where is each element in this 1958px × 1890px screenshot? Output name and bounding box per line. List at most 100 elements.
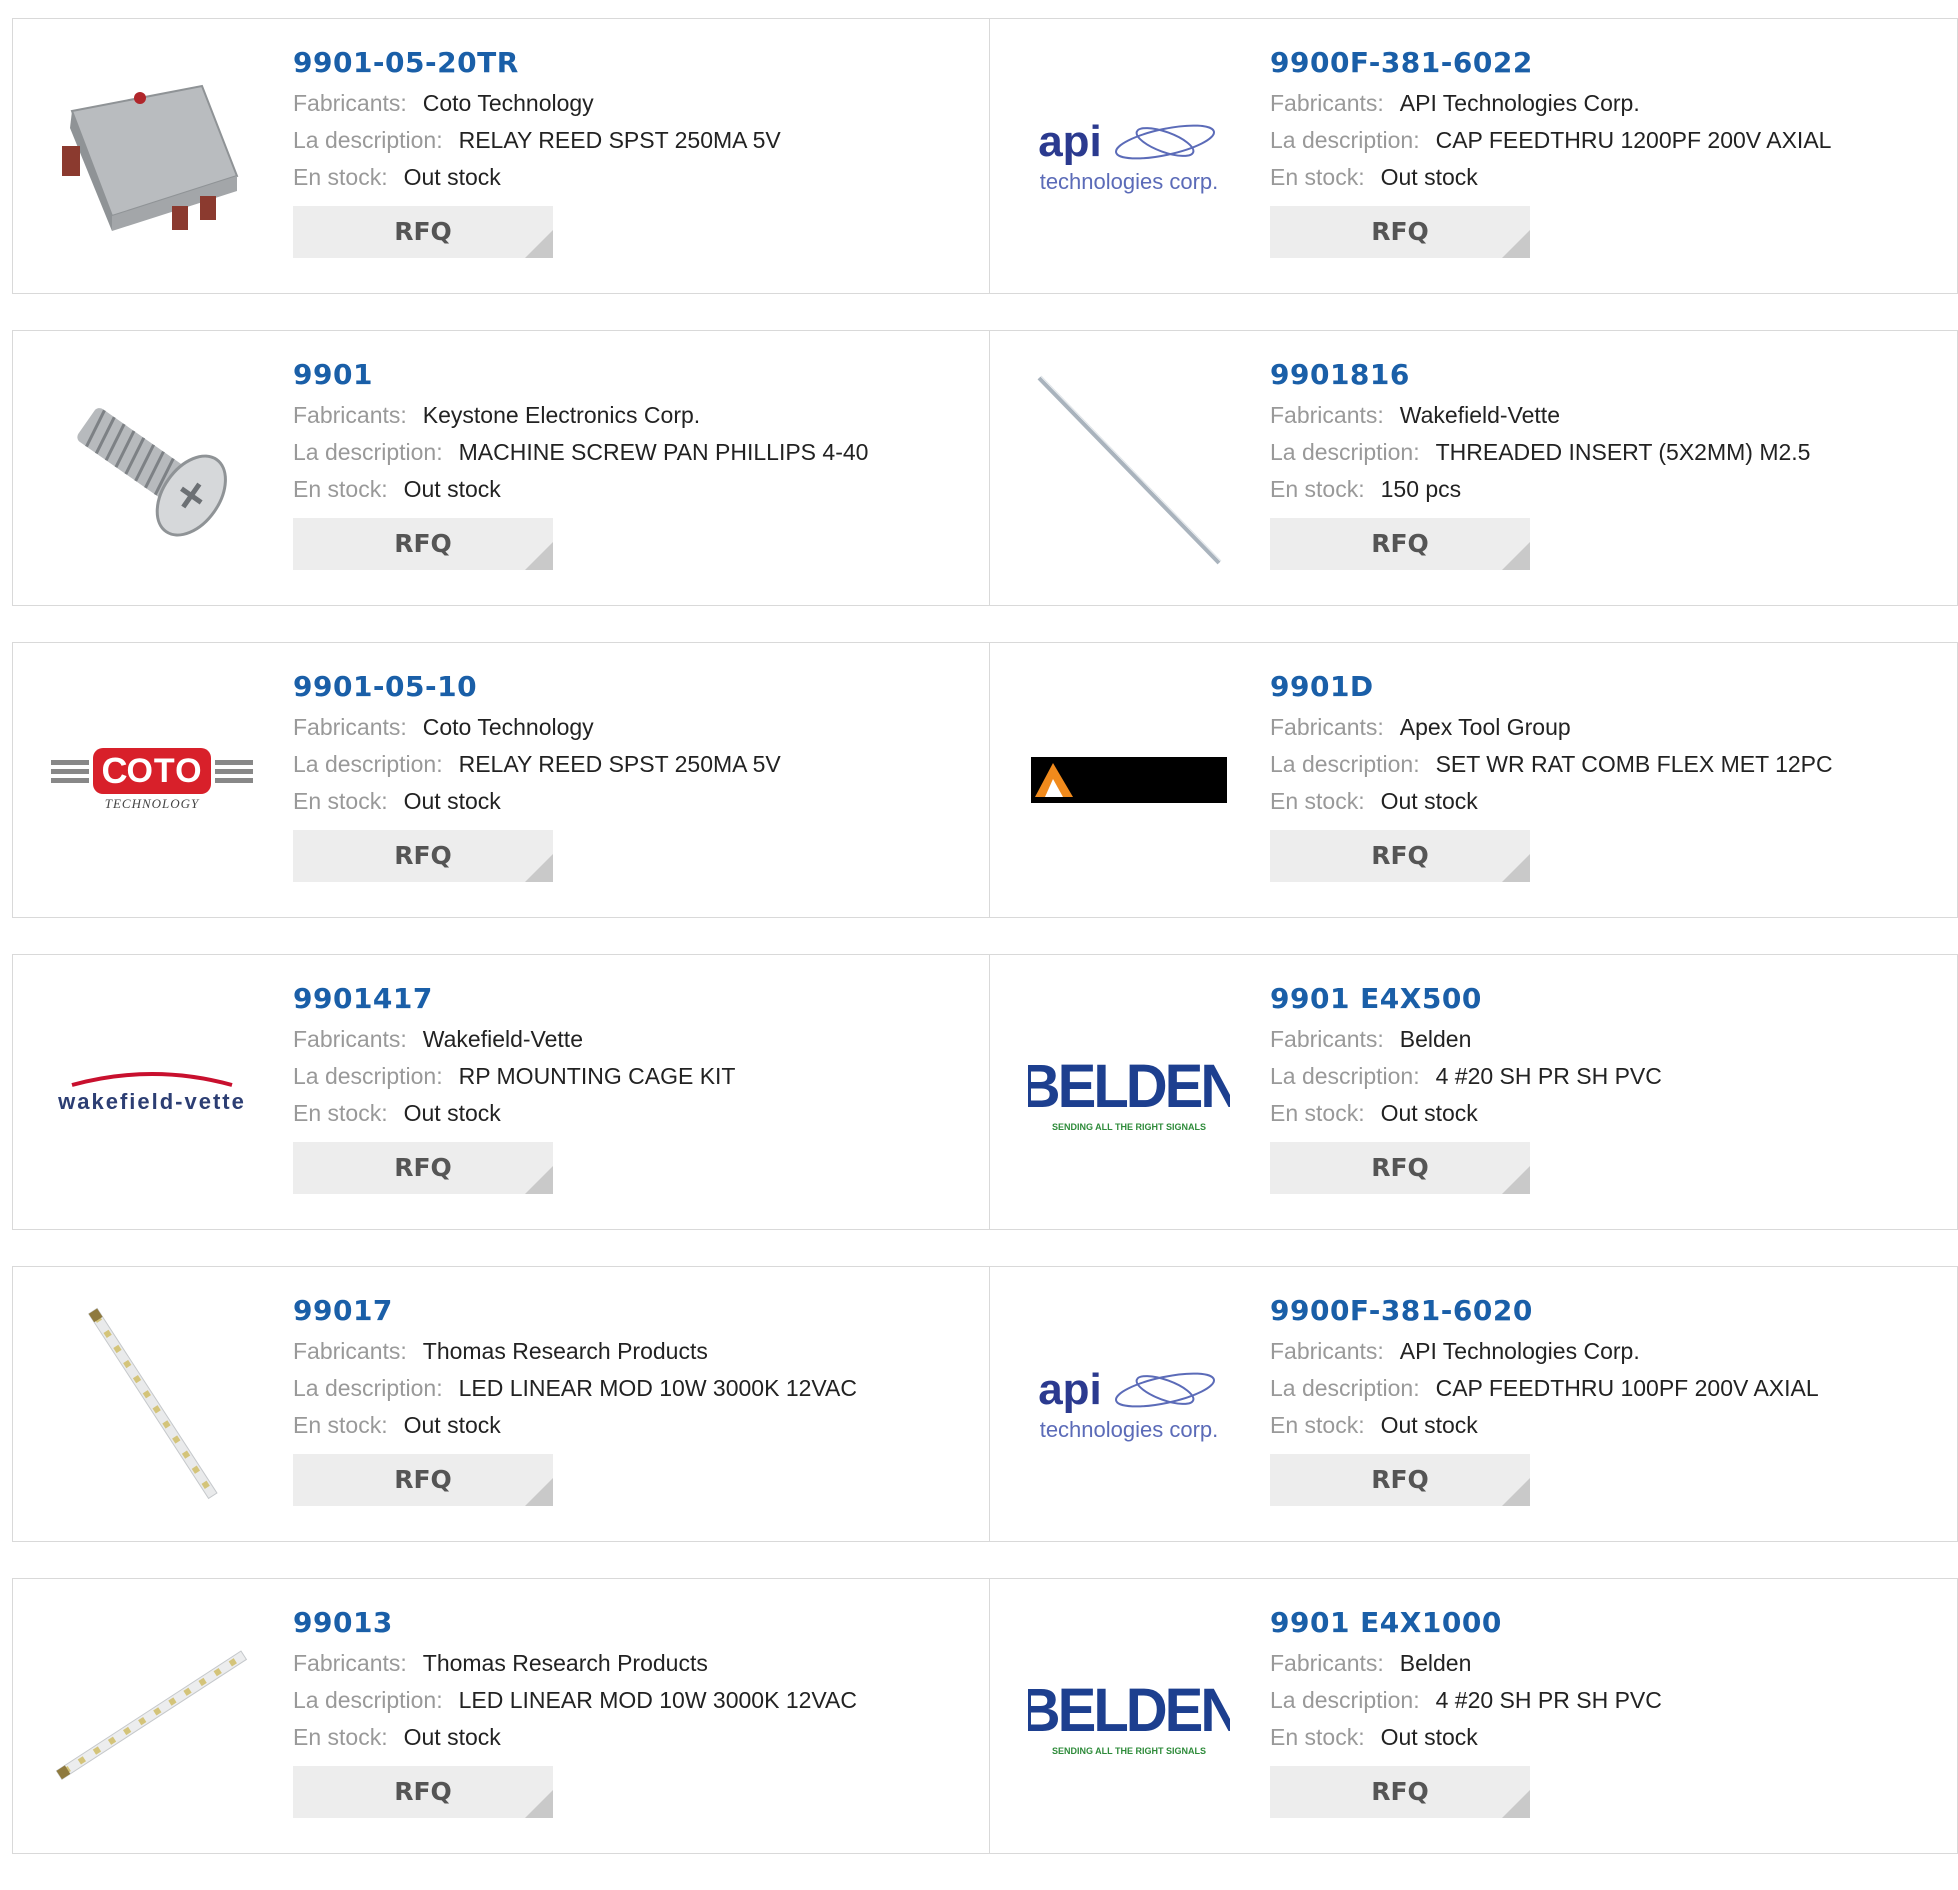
part-number-link[interactable]: 9900F-381-6022	[1270, 47, 1947, 85]
description-value: CAP FEEDTHRU 1200PF 200V AXIAL	[1435, 127, 1832, 153]
belden-logo-text: BELDEN	[1028, 1675, 1230, 1745]
description-line: La description: 4 #20 SH PR SH PVC	[1270, 1058, 1947, 1095]
rfq-button[interactable]: RFQ	[293, 1454, 553, 1506]
rfq-button[interactable]: RFQ	[1270, 830, 1530, 882]
part-number-link[interactable]: 99017	[293, 1295, 979, 1333]
product-card: 9901-05-20TR Fabricants: Coto Technology …	[12, 18, 990, 294]
product-info: 9901417 Fabricants: Wakefield-Vette La de…	[293, 983, 979, 1194]
led-strip-image-2[interactable]	[51, 1615, 253, 1817]
manufacturer-value: Coto Technology	[422, 714, 594, 740]
description-label: La description:	[1270, 1063, 1420, 1089]
rfq-button[interactable]: RFQ	[293, 206, 553, 258]
rfq-button[interactable]: RFQ	[293, 1766, 553, 1818]
part-number-link[interactable]: 9901 E4X500	[1270, 983, 1947, 1021]
part-number-link[interactable]: 9900F-381-6020	[1270, 1295, 1947, 1333]
stock-line: En stock: Out stock	[1270, 1095, 1947, 1132]
apex-logo[interactable]	[1028, 679, 1230, 881]
description-value: RELAY REED SPST 250MA 5V	[458, 751, 781, 777]
rfq-label: RFQ	[1371, 1777, 1429, 1806]
part-number-link[interactable]: 9901-05-10	[293, 671, 979, 709]
stock-line: En stock: Out stock	[293, 159, 979, 196]
part-number-link[interactable]: 9901	[293, 359, 979, 397]
stock-value: Out stock	[1380, 788, 1478, 814]
stock-label: En stock:	[1270, 1100, 1365, 1126]
wakefield-logo[interactable]: wakefield-vette	[51, 991, 253, 1193]
stock-line: En stock: Out stock	[293, 783, 979, 820]
manufacturer-label: Fabricants:	[293, 90, 407, 116]
rfq-button[interactable]: RFQ	[1270, 1142, 1530, 1194]
belden-logo[interactable]: BELDEN SENDING ALL THE RIGHT SIGNALS	[1028, 991, 1230, 1193]
product-info: 9901-05-20TR Fabricants: Coto Technology …	[293, 47, 979, 258]
description-label: La description:	[1270, 1687, 1420, 1713]
stock-value: 150 pcs	[1380, 476, 1462, 502]
description-value: RELAY REED SPST 250MA 5V	[458, 127, 781, 153]
rfq-label: RFQ	[394, 1465, 452, 1494]
description-label: La description:	[293, 1063, 443, 1089]
part-number-link[interactable]: 99013	[293, 1607, 979, 1645]
manufacturer-line: Fabricants: Belden	[1270, 1645, 1947, 1682]
description-label: La description:	[1270, 439, 1420, 465]
manufacturer-label: Fabricants:	[1270, 90, 1384, 116]
api-logo[interactable]: api technologies corp.	[1028, 1303, 1230, 1505]
description-label: La description:	[293, 1687, 443, 1713]
coto-logo-text: OTO	[126, 751, 203, 790]
relay-image[interactable]	[51, 55, 253, 257]
product-info: 99013 Fabricants: Thomas Research Product…	[293, 1607, 979, 1818]
manufacturer-value: Keystone Electronics Corp.	[422, 402, 701, 428]
manufacturer-value: Wakefield-Vette	[1399, 402, 1560, 428]
belden-logo-subtext: SENDING ALL THE RIGHT SIGNALS	[1051, 1745, 1206, 1756]
stock-line: En stock: Out stock	[1270, 159, 1947, 196]
rfq-button[interactable]: RFQ	[1270, 206, 1530, 258]
screw-image[interactable]	[51, 367, 253, 569]
description-line: La description: MACHINE SCREW PAN PHILLIP…	[293, 434, 979, 471]
manufacturer-line: Fabricants: Coto Technology	[293, 85, 979, 122]
rfq-button[interactable]: RFQ	[293, 830, 553, 882]
stock-label: En stock:	[1270, 1724, 1365, 1750]
corner-triangle-icon	[525, 854, 553, 882]
description-line: La description: 4 #20 SH PR SH PVC	[1270, 1682, 1947, 1719]
part-number-link[interactable]: 9901417	[293, 983, 979, 1021]
part-number-link[interactable]: 9901-05-20TR	[293, 47, 979, 85]
part-number-link[interactable]: 9901D	[1270, 671, 1947, 709]
manufacturer-line: Fabricants: Wakefield-Vette	[1270, 397, 1947, 434]
stock-label: En stock:	[293, 1412, 388, 1438]
rfq-button[interactable]: RFQ	[1270, 518, 1530, 570]
product-card: wakefield-vette 9901417 Fabricants: Wakef…	[12, 954, 990, 1230]
rfq-button[interactable]: RFQ	[293, 1142, 553, 1194]
manufacturer-label: Fabricants:	[1270, 402, 1384, 428]
description-line: La description: THREADED INSERT (5X2MM) M…	[1270, 434, 1947, 471]
stock-value: Out stock	[403, 164, 501, 190]
api-logo[interactable]: api technologies corp.	[1028, 55, 1230, 257]
description-line: La description: RELAY REED SPST 250MA 5V	[293, 746, 979, 783]
belden-logo-subtext: SENDING ALL THE RIGHT SIGNALS	[1051, 1121, 1206, 1132]
rfq-button[interactable]: RFQ	[1270, 1454, 1530, 1506]
manufacturer-label: Fabricants:	[1270, 1026, 1384, 1052]
part-number-link[interactable]: 9901816	[1270, 359, 1947, 397]
product-row: C OTO TECHNOLOGY 9901-05-10 Fabricants: C…	[12, 642, 1958, 918]
rfq-button[interactable]: RFQ	[1270, 1766, 1530, 1818]
rfq-label: RFQ	[394, 529, 452, 558]
product-info: 9901 E4X1000 Fabricants: Belden La descri…	[1270, 1607, 1947, 1818]
coto-logo[interactable]: C OTO TECHNOLOGY	[51, 679, 253, 881]
stock-label: En stock:	[293, 476, 388, 502]
product-card: BELDEN SENDING ALL THE RIGHT SIGNALS 990…	[990, 1578, 1958, 1854]
product-card: 9901816 Fabricants: Wakefield-Vette La de…	[990, 330, 1958, 606]
corner-triangle-icon	[525, 230, 553, 258]
manufacturer-label: Fabricants:	[293, 1338, 407, 1364]
stock-label: En stock:	[1270, 1412, 1365, 1438]
stock-line: En stock: Out stock	[1270, 783, 1947, 820]
led-strip-image[interactable]	[51, 1303, 253, 1505]
stock-label: En stock:	[293, 1724, 388, 1750]
rfq-label: RFQ	[1371, 1465, 1429, 1494]
belden-logo[interactable]: BELDEN SENDING ALL THE RIGHT SIGNALS	[1028, 1615, 1230, 1817]
description-line: La description: SET WR RAT COMB FLEX MET …	[1270, 746, 1947, 783]
rod-image[interactable]	[1028, 367, 1230, 569]
product-info: 9901-05-10 Fabricants: Coto Technology La…	[293, 671, 979, 882]
stock-label: En stock:	[293, 1100, 388, 1126]
rfq-label: RFQ	[1371, 841, 1429, 870]
part-number-link[interactable]: 9901 E4X1000	[1270, 1607, 1947, 1645]
corner-triangle-icon	[1502, 1166, 1530, 1194]
rfq-button[interactable]: RFQ	[293, 518, 553, 570]
product-card: 99017 Fabricants: Thomas Research Product…	[12, 1266, 990, 1542]
product-info: 9901 E4X500 Fabricants: Belden La descrip…	[1270, 983, 1947, 1194]
